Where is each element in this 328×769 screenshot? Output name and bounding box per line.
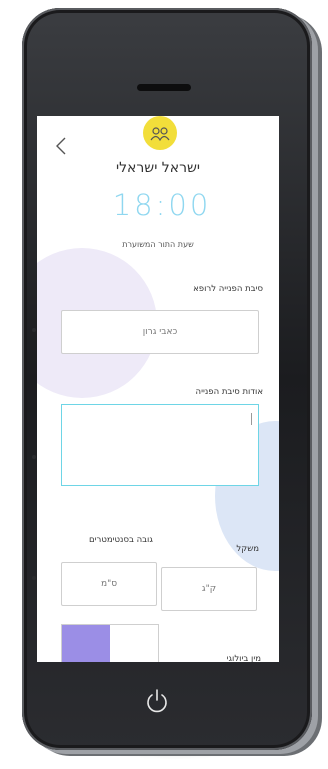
reason-label: סיבת הפנייה לרופא [193, 284, 263, 294]
gender-toggle[interactable] [61, 624, 159, 662]
app-logo [143, 116, 177, 150]
weight-field[interactable]: ק"ג [161, 567, 257, 611]
height-label: גובה בסנטימטרים [89, 535, 153, 545]
height-field[interactable]: ס"מ [61, 562, 157, 606]
back-button[interactable] [55, 136, 67, 156]
side-button [32, 455, 36, 459]
earpiece-speaker [137, 84, 191, 91]
power-icon [147, 689, 167, 713]
reason-field[interactable]: כאבי גרון [61, 310, 259, 354]
text-caret [251, 413, 252, 425]
gender-option[interactable] [110, 625, 158, 662]
side-button [32, 328, 36, 332]
gender-label: מין ביולוגי [226, 654, 261, 662]
side-button [32, 576, 36, 580]
people-icon [150, 127, 170, 141]
appointment-time-caption: שעת התור המשוערת [122, 240, 194, 249]
home-button[interactable] [133, 677, 181, 725]
gender-option-selected[interactable] [62, 625, 110, 662]
app-screen: ישראל ישראלי 18:00 שעת התור המשוערת סיבת… [37, 116, 279, 662]
about-label: אודות סיבת הפנייה [195, 387, 263, 397]
chevron-left-icon [56, 137, 66, 155]
weight-label: משקל [236, 544, 259, 554]
about-textarea[interactable] [61, 404, 259, 486]
user-name: ישראל ישראלי [115, 160, 201, 176]
appointment-time: 18:00 [112, 188, 212, 222]
